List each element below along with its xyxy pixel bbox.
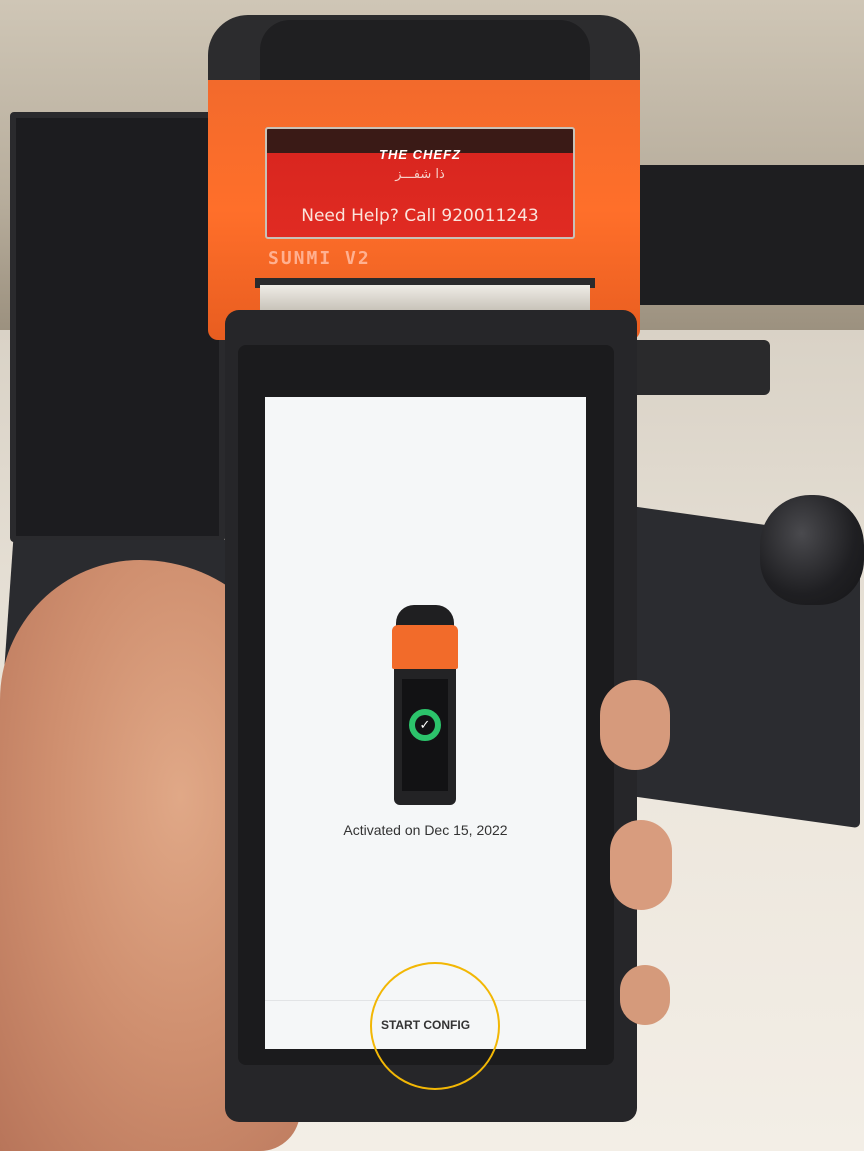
printer-cover [260,20,590,80]
illustration-orange-cover [392,625,458,669]
laptop-screen [10,112,225,542]
device-illustration: ✓ [390,605,460,805]
finger [620,965,670,1025]
computer-mouse [760,495,864,605]
device-model-logo: SUNMI V2 [268,248,371,269]
activation-status: Activated on Dec 15, 2022 [343,822,508,838]
checkmark-icon: ✓ [415,715,435,735]
label-arabic-brand: ذا شفـــز [395,167,445,182]
support-label: THE CHEFZ ذا شفـــز Need Help? Call 9200… [265,127,575,239]
finger [610,820,672,910]
power-adapter [630,340,770,395]
label-help-text: Need Help? Call 920011243 [301,206,539,226]
photo-scene: THE CHEFZ ذا شفـــز Need Help? Call 9200… [0,0,864,1151]
background-monitor [630,165,864,305]
label-brand: THE CHEFZ [379,147,461,162]
finger [600,680,670,770]
check-circle-icon: ✓ [409,709,441,741]
start-config-button[interactable]: START CONFIG [265,1001,586,1049]
